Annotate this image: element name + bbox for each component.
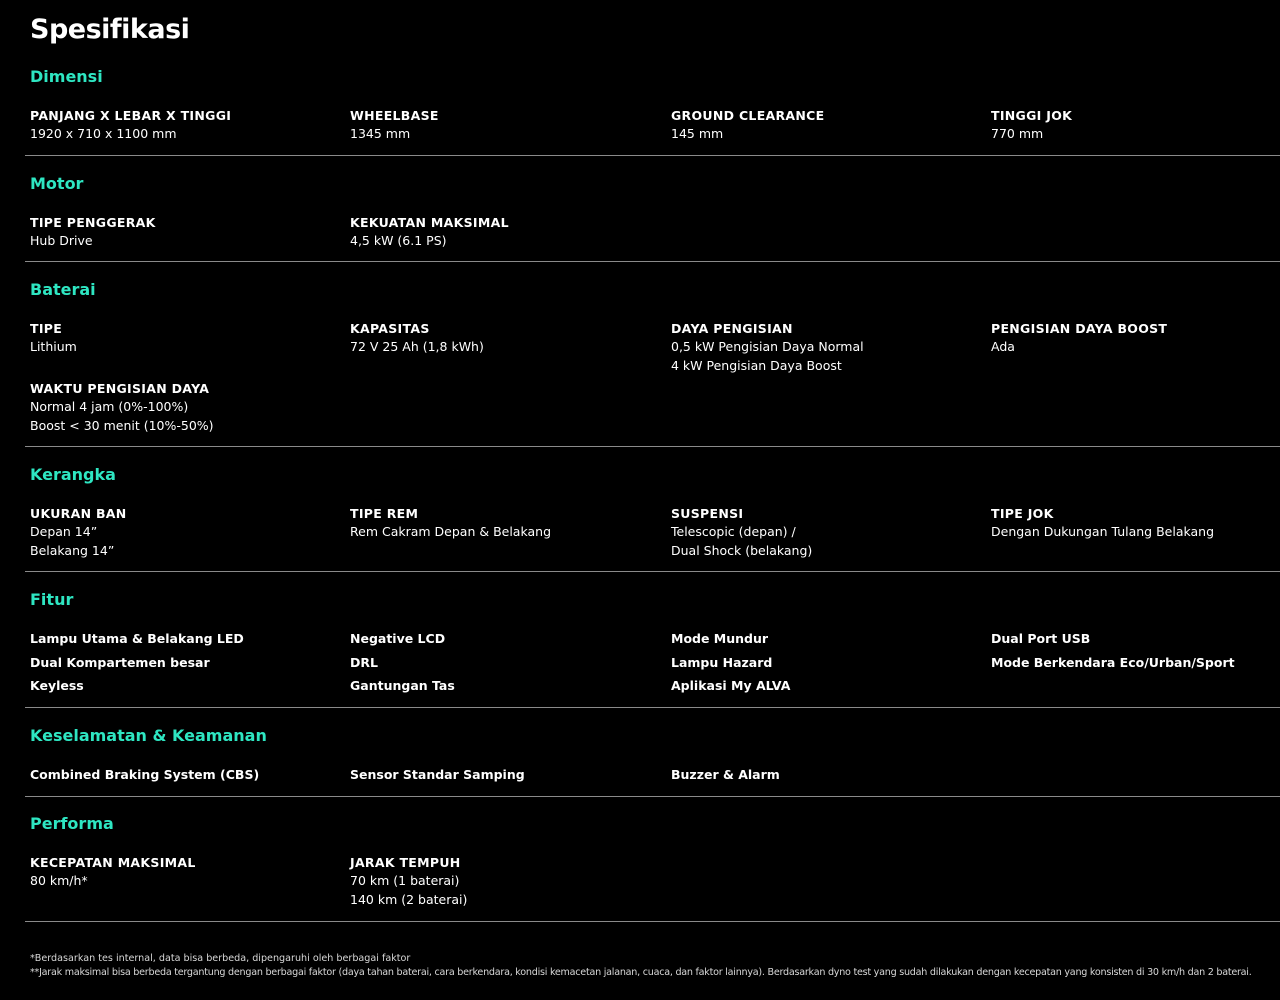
spec-value: Ada (991, 339, 1015, 354)
spec-tipe-baterai: TIPE Lithium (30, 320, 340, 357)
spec-tipe-rem: TIPE REM Rem Cakram Depan & Belakang (350, 505, 660, 542)
spec-value: 1345 mm (350, 126, 411, 141)
feature-item: Mode Mundur (671, 631, 769, 646)
spec-label: TIPE REM (350, 506, 419, 521)
spec-label: KEKUATAN MAKSIMAL (350, 215, 509, 230)
spec-value: 145 mm (671, 126, 724, 141)
spec-label: UKURAN BAN (30, 506, 127, 521)
spec-value: Rem Cakram Depan & Belakang (350, 524, 552, 539)
spec-value: Depan 14” Belakang 14” (30, 524, 115, 558)
spec-kapasitas: KAPASITAS 72 V 25 Ah (1,8 kWh) (350, 320, 660, 357)
spec-label: GROUND CLEARANCE (671, 108, 825, 123)
spec-label: TINGGI JOK (991, 108, 1073, 123)
spec-label: DAYA PENGISIAN (671, 321, 793, 336)
spec-value: 70 km (1 baterai) 140 km (2 baterai) (350, 873, 468, 907)
spec-kekuatan-maksimal: KEKUATAN MAKSIMAL 4,5 kW (6.1 PS) (350, 214, 660, 251)
section-divider (25, 921, 1280, 922)
section-title-keselamatan-keamanan: Keselamatan & Keamanan (30, 726, 267, 745)
spec-ground-clearance: GROUND CLEARANCE 145 mm (671, 107, 981, 144)
spec-value: 80 km/h* (30, 873, 88, 888)
section-title-motor: Motor (30, 174, 84, 193)
spec-suspensi: SUSPENSI Telescopic (depan) / Dual Shock… (671, 505, 981, 560)
section-title-performa: Performa (30, 814, 114, 833)
spec-value: Telescopic (depan) / Dual Shock (belakan… (671, 524, 813, 558)
section-divider (25, 571, 1280, 572)
page-title: Spesifikasi (30, 14, 190, 45)
feature-item: Negative LCD (350, 631, 446, 646)
feature-item: Dual Port USB (991, 631, 1091, 646)
spec-value: Normal 4 jam (0%-100%) Boost < 30 menit … (30, 399, 214, 433)
spec-daya-pengisian: DAYA PENGISIAN 0,5 kW Pengisian Daya Nor… (671, 320, 981, 375)
feature-item: Dual Kompartemen besar (30, 655, 210, 670)
spec-label: PANJANG X LEBAR X TINGGI (30, 108, 232, 123)
feature-item: Sensor Standar Samping (350, 767, 525, 782)
feature-item: Keyless (30, 678, 84, 693)
feature-item: Gantungan Tas (350, 678, 455, 693)
section-divider (25, 796, 1280, 797)
spec-label: KAPASITAS (350, 321, 430, 336)
section-title-dimensi: Dimensi (30, 67, 103, 86)
section-divider (25, 261, 1280, 262)
spec-label: WHEELBASE (350, 108, 439, 123)
feature-item: Buzzer & Alarm (671, 767, 780, 782)
spec-label: TIPE JOK (991, 506, 1054, 521)
spec-waktu-pengisian-daya: WAKTU PENGISIAN DAYA Normal 4 jam (0%-10… (30, 380, 340, 435)
feature-item: Aplikasi My ALVA (671, 678, 791, 693)
spec-panjang-lebar-tinggi: PANJANG X LEBAR X TINGGI 1920 x 710 x 11… (30, 107, 340, 144)
feature-item: Mode Berkendara Eco/Urban/Sport (991, 655, 1235, 670)
spec-label: PENGISIAN DAYA BOOST (991, 321, 1168, 336)
section-title-kerangka: Kerangka (30, 465, 116, 484)
spec-tipe-jok: TIPE JOK Dengan Dukungan Tulang Belakang (991, 505, 1280, 542)
spec-tinggi-jok: TINGGI JOK 770 mm (991, 107, 1280, 144)
spec-value: Dengan Dukungan Tulang Belakang (991, 524, 1215, 539)
spec-pengisian-daya-boost: PENGISIAN DAYA BOOST Ada (991, 320, 1280, 357)
spec-label: JARAK TEMPUH (350, 855, 461, 870)
spec-tipe-penggerak: TIPE PENGGERAK Hub Drive (30, 214, 340, 251)
section-divider (25, 446, 1280, 447)
spec-kecepatan-maksimal: KECEPATAN MAKSIMAL 80 km/h* (30, 854, 340, 891)
spec-label: SUSPENSI (671, 506, 744, 521)
spec-wheelbase: WHEELBASE 1345 mm (350, 107, 660, 144)
spec-value: 770 mm (991, 126, 1044, 141)
spec-ukuran-ban: UKURAN BAN Depan 14” Belakang 14” (30, 505, 340, 560)
feature-item: DRL (350, 655, 378, 670)
section-title-fitur: Fitur (30, 590, 74, 609)
spec-value: 72 V 25 Ah (1,8 kWh) (350, 339, 484, 354)
section-divider (25, 155, 1280, 156)
feature-item: Combined Braking System (CBS) (30, 767, 260, 782)
spec-jarak-tempuh: JARAK TEMPUH 70 km (1 baterai) 140 km (2… (350, 854, 660, 909)
footnotes: *Berdasarkan tes internal, data bisa ber… (30, 952, 1252, 980)
spec-label: TIPE PENGGERAK (30, 215, 156, 230)
spec-value: 0,5 kW Pengisian Daya Normal 4 kW Pengis… (671, 339, 864, 373)
feature-item: Lampu Hazard (671, 655, 773, 670)
footnote: *Berdasarkan tes internal, data bisa ber… (30, 953, 411, 964)
spec-value: 1920 x 710 x 1100 mm (30, 126, 177, 141)
spec-value: Lithium (30, 339, 77, 354)
footnote: **Jarak maksimal bisa berbeda tergantung… (30, 967, 1252, 978)
spec-label: WAKTU PENGISIAN DAYA (30, 381, 210, 396)
feature-item: Lampu Utama & Belakang LED (30, 631, 244, 646)
section-divider (25, 707, 1280, 708)
spec-label: TIPE (30, 321, 63, 336)
spec-label: KECEPATAN MAKSIMAL (30, 855, 196, 870)
section-title-baterai: Baterai (30, 280, 96, 299)
spec-value: 4,5 kW (6.1 PS) (350, 233, 447, 248)
spec-value: Hub Drive (30, 233, 93, 248)
